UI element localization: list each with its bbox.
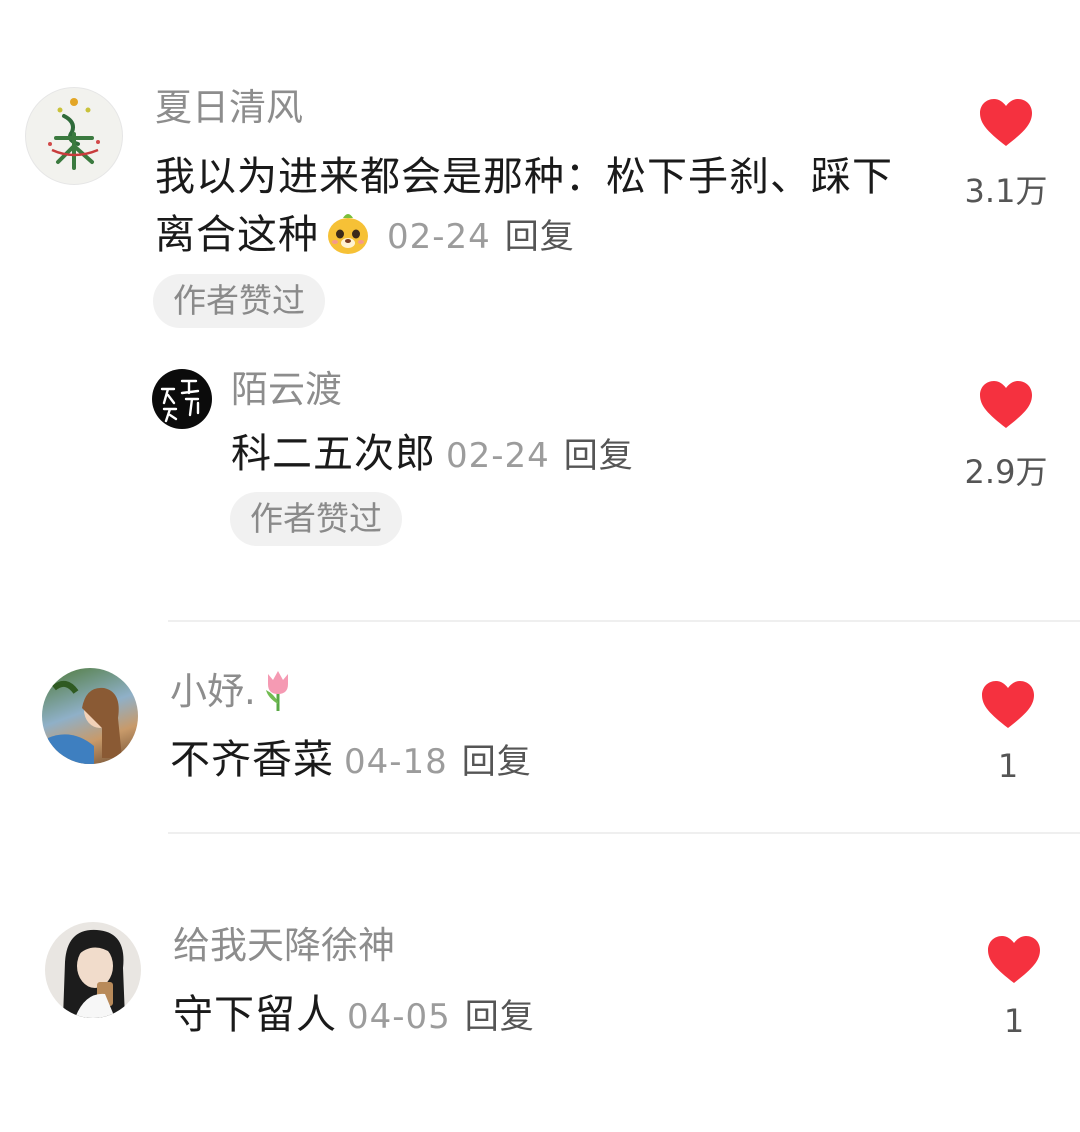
like-count: 1 (997, 747, 1019, 785)
comment-username[interactable]: 夏日清风 (155, 86, 303, 130)
avatar[interactable] (42, 668, 138, 764)
heart-icon (980, 381, 1032, 428)
heart-icon (988, 936, 1040, 983)
author-liked-badge: 作者赞过 (153, 274, 325, 328)
author-liked-badge: 作者赞过 (230, 492, 402, 546)
reply-username[interactable]: 陌云渡 (231, 368, 342, 412)
comment-body: 不齐香菜 04-18 回复 (170, 731, 870, 791)
comment-body: 守下留人 04-05 回复 (173, 986, 873, 1046)
comment-username[interactable]: 给我天降徐神 (173, 924, 395, 968)
reply-button[interactable]: 回复 (564, 436, 634, 476)
comment-date: 04-05 (347, 997, 451, 1037)
dog-face-emoji-icon (325, 210, 371, 256)
avatar[interactable] (152, 369, 212, 429)
comment-username-text: 小妤. (170, 670, 256, 713)
like-button[interactable] (980, 680, 1036, 734)
like-count: 1 (1003, 1002, 1025, 1040)
reply-text: 科二五次郎 (231, 431, 436, 477)
comment-text: 守下留人 (173, 992, 337, 1038)
like-count: 3.1万 (964, 172, 1048, 210)
avatar[interactable] (25, 87, 123, 185)
reply-button[interactable]: 回复 (462, 742, 532, 782)
comment-body: 我以为进来都会是那种：松下手刹、踩下离合这种 02-24 回复 (155, 148, 925, 266)
comment-date: 02-24 (387, 217, 491, 257)
comment-username[interactable]: 小妤. (170, 668, 296, 714)
divider (168, 620, 1080, 622)
comment-text: 不齐香菜 (170, 737, 334, 783)
divider (168, 832, 1080, 834)
reply-body: 科二五次郎 02-24 回复 (231, 425, 931, 485)
like-button[interactable] (978, 380, 1034, 434)
heart-icon (982, 681, 1034, 728)
heart-icon (980, 99, 1032, 146)
reply-button[interactable]: 回复 (465, 997, 535, 1037)
avatar[interactable] (45, 922, 141, 1018)
reply-date: 02-24 (446, 436, 550, 476)
comment-date: 04-18 (344, 742, 448, 782)
like-count: 2.9万 (964, 453, 1048, 491)
like-button[interactable] (986, 935, 1042, 989)
like-button[interactable] (978, 98, 1034, 152)
reply-button[interactable]: 回复 (505, 217, 575, 257)
tulip-icon (260, 668, 296, 712)
